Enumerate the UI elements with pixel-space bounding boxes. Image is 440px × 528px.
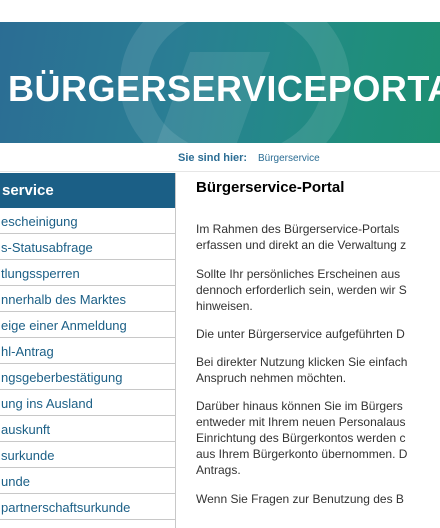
direct-use-paragraph: Bei direkter Nutzung klicken Sie einfach…: [196, 354, 440, 386]
portal-title: BÜRGERSERVICEPORTAL: [8, 68, 440, 109]
account-paragraph: Darüber hinaus können Sie im Bürgers ent…: [196, 398, 440, 478]
sidebar-item[interactable]: s-Statusabfrage: [0, 234, 175, 260]
text-line: dennoch erforderlich sein, werden wir S: [196, 283, 407, 297]
sidebar-heading[interactable]: service: [0, 173, 175, 208]
sidebar-item[interactable]: ngsgeberbestätigung: [0, 364, 175, 390]
text-line: Darüber hinaus können Sie im Bürgers: [196, 399, 403, 413]
text-line: aus Ihrem Bürgerkonto übernommen. D: [196, 447, 408, 461]
appearance-paragraph: Sollte Ihr persönliches Erscheinen aus d…: [196, 266, 440, 314]
text-line: hinweisen.: [196, 299, 253, 313]
top-strip: [0, 0, 440, 22]
sidebar-item[interactable]: nnerhalb des Marktes: [0, 286, 175, 312]
header-banner: BÜRGERSERVICEPORTAL: [0, 22, 440, 143]
main-content: Bürgerservice-Portal Im Rahmen des Bürge…: [196, 173, 440, 528]
sidebar-item[interactable]: partnerschaftsurkunde: [0, 494, 175, 520]
sidebar-item[interactable]: hl-Antrag: [0, 338, 175, 364]
text-line: Anspruch nehmen möchten.: [196, 371, 347, 385]
sidebar-item[interactable]: surkunde: [0, 442, 175, 468]
sidebar-item[interactable]: auskunft: [0, 416, 175, 442]
sidebar-item[interactable]: eige einer Anmeldung: [0, 312, 175, 338]
text-line: Einrichtung des Bürgerkontos werden c: [196, 431, 406, 445]
breadcrumb-label: Sie sind hier:: [178, 152, 248, 164]
intro-paragraph: Im Rahmen des Bürgerservice-Portals erfa…: [196, 221, 440, 253]
sidebar-item[interactable]: escheinigung: [0, 208, 175, 234]
sidebar-item[interactable]: tlungssperren: [0, 260, 175, 286]
text-line: Antrags.: [196, 463, 241, 477]
text-line: Die unter Bürgerservice aufgeführten D: [196, 327, 405, 341]
text-line: Wenn Sie Fragen zur Benutzung des B: [196, 492, 404, 506]
text-line: Im Rahmen des Bürgerservice-Portals: [196, 222, 400, 236]
text-line: Bei direkter Nutzung klicken Sie einfach: [196, 355, 408, 369]
text-line: Sollte Ihr persönliches Erscheinen aus: [196, 267, 401, 281]
breadcrumb: Sie sind hier: Bürgerservice: [0, 143, 440, 172]
services-paragraph: Die unter Bürgerservice aufgeführten D: [196, 326, 440, 342]
questions-paragraph: Wenn Sie Fragen zur Benutzung des B: [196, 491, 440, 507]
text-line: entweder mit Ihrem neuen Personalaus: [196, 415, 406, 429]
page-title: Bürgerservice-Portal: [196, 179, 345, 196]
sidebar-nav: service escheinigung s-Statusabfrage tlu…: [0, 173, 176, 528]
sidebar-item[interactable]: unde: [0, 468, 175, 494]
breadcrumb-current[interactable]: Bürgerservice: [258, 153, 320, 164]
text-line: erfassen und direkt an die Verwaltung z: [196, 238, 407, 252]
sidebar-item[interactable]: ung ins Ausland: [0, 390, 175, 416]
